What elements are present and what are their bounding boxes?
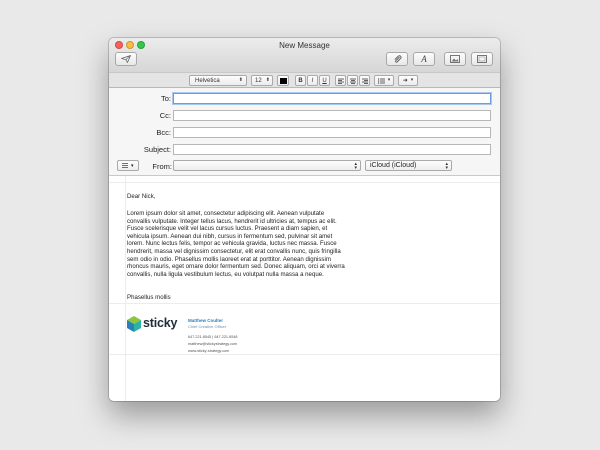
chevron-updown-icon: ⬍ — [265, 77, 270, 83]
from-select[interactable]: ▴ ▾ — [173, 160, 361, 171]
sticky-logo-icon — [127, 316, 141, 332]
chevron-down-icon: ▾ — [410, 77, 414, 83]
bcc-field[interactable] — [173, 127, 491, 138]
account-value: iCloud (iCloud) — [370, 162, 417, 169]
from-label: From: — [152, 162, 172, 171]
titlebar: New Message A — [109, 38, 500, 72]
align-center-icon — [349, 78, 356, 84]
paper-plane-icon — [121, 55, 131, 63]
message-headers: To: Cc: Bcc: Subject: ▾ From: ▴ ▾ iCloud … — [109, 88, 500, 176]
stationery-icon — [477, 55, 487, 63]
align-right-icon — [361, 78, 368, 84]
list-style-select[interactable]: ▾ — [374, 75, 394, 86]
font-size-value: 12 — [255, 77, 262, 84]
logo-text: sticky — [143, 316, 178, 330]
list-icon — [122, 163, 128, 168]
underline-button[interactable]: U — [319, 75, 330, 86]
photo-browser-button[interactable] — [444, 52, 466, 66]
align-center-button[interactable] — [347, 75, 358, 86]
text-color-button[interactable] — [277, 75, 289, 86]
font-A-icon: A — [421, 54, 427, 64]
attach-button[interactable] — [386, 52, 408, 66]
italic-button[interactable]: I — [307, 75, 318, 86]
align-right-button[interactable] — [359, 75, 370, 86]
bcc-label: Bcc: — [156, 128, 171, 137]
window-title: New Message — [279, 41, 330, 50]
photo-browser-icon — [450, 55, 460, 63]
signature-phones: 647.221.8545 | 647.221.8548 — [188, 335, 238, 339]
font-size-select[interactable]: 12 ⬍ — [251, 75, 273, 86]
margin-guide — [125, 176, 126, 401]
stationery-rule — [109, 182, 500, 183]
chevron-down-icon: ▾ — [387, 77, 391, 83]
closing-text: Phasellus mollis — [127, 294, 171, 301]
chevron-updown-icon: ⬍ — [238, 77, 243, 83]
cc-label: Cc: — [159, 111, 171, 120]
greeting-text: Dear Nick, — [127, 193, 156, 200]
subject-label: Subject: — [143, 145, 171, 154]
subject-field[interactable] — [173, 144, 491, 155]
bold-button[interactable]: B — [295, 75, 306, 86]
indent-select[interactable]: ➜ ▾ — [398, 75, 418, 86]
signature-website[interactable]: www.sticky-strategy.com — [188, 349, 229, 353]
signature-role: Chief Creative Officer — [188, 324, 227, 329]
align-left-icon — [337, 78, 344, 84]
chevron-updown-icon: ▴ ▾ — [445, 161, 448, 171]
stationery-rule — [109, 303, 500, 304]
color-swatch — [279, 77, 287, 84]
signature-name: Matthew Coulter — [188, 318, 224, 323]
indent-arrow-icon: ➜ — [402, 77, 408, 84]
align-left-button[interactable] — [335, 75, 346, 86]
chevron-updown-icon: ▴ ▾ — [354, 161, 357, 171]
format-button[interactable]: A — [413, 52, 435, 66]
send-button[interactable] — [115, 52, 137, 66]
message-body[interactable]: Dear Nick, Lorem ipsum dolor sit amet, c… — [109, 176, 500, 401]
stationery-button[interactable] — [471, 52, 493, 66]
stationery-rule — [109, 354, 500, 355]
to-field[interactable] — [173, 93, 491, 104]
format-bar: Helvetica ⬍ 12 ⬍ B I U ▾ ➜ ▾ — [109, 72, 500, 88]
cc-field[interactable] — [173, 110, 491, 121]
account-select[interactable]: iCloud (iCloud) ▴ ▾ — [365, 160, 452, 171]
to-label: To: — [160, 94, 171, 103]
font-family-value: Helvetica — [195, 77, 220, 84]
compose-window: New Message A Helvetica ⬍ 12 ⬍ B I U ▾ ➜… — [109, 38, 500, 401]
body-paragraph: Lorem ipsum dolor sit amet, consectetur … — [127, 210, 345, 278]
paperclip-icon — [393, 54, 401, 63]
signature-email[interactable]: matthew@stickystrategy.com — [188, 342, 237, 346]
bullet-list-icon — [377, 77, 385, 84]
font-family-select[interactable]: Helvetica ⬍ — [189, 75, 247, 86]
